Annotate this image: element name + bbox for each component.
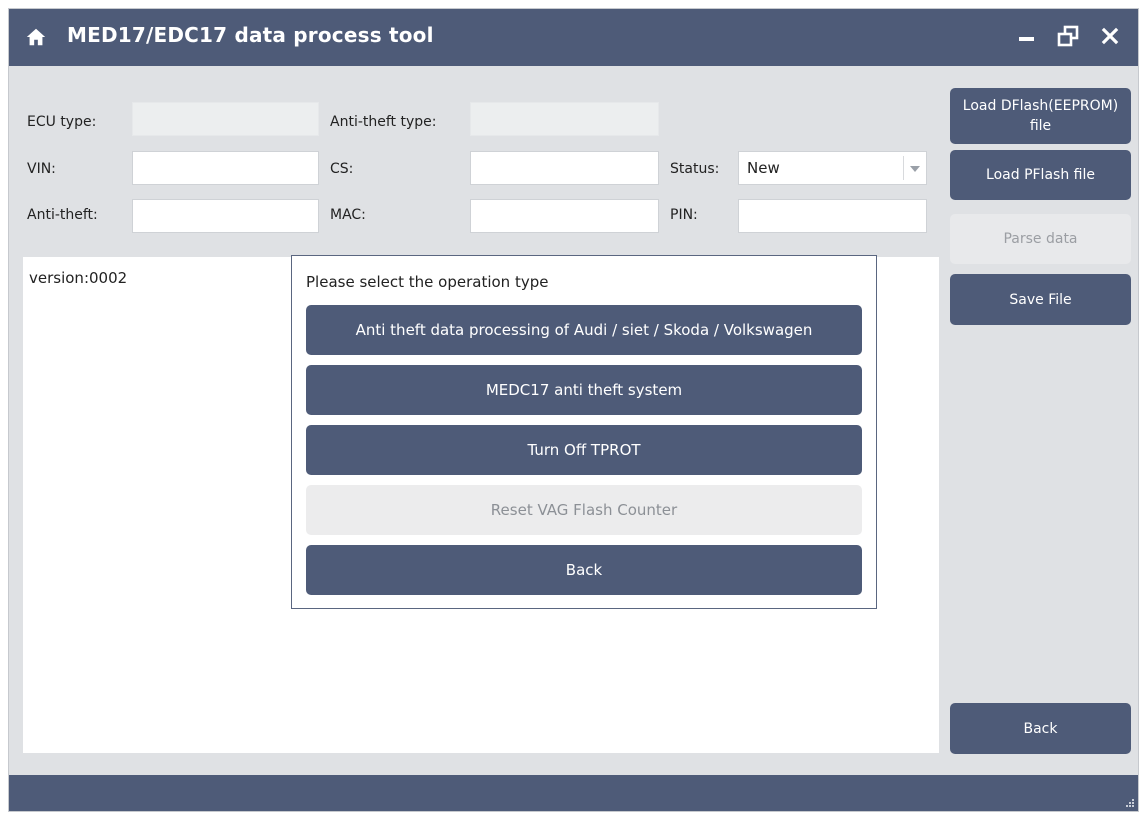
load-dflash-button[interactable]: Load DFlash(EEPROM) file [950, 88, 1131, 144]
window-title: MED17/EDC17 data process tool [67, 23, 434, 47]
title-bar: MED17/EDC17 data process tool [9, 9, 1138, 66]
anti-theft-type-field [470, 102, 659, 136]
status-bar [9, 775, 1138, 811]
option-turn-off-tprot-button[interactable]: Turn Off TPROT [306, 425, 862, 475]
vin-label: VIN: [27, 161, 56, 177]
parse-data-button: Parse data [950, 214, 1131, 264]
home-icon[interactable] [25, 26, 47, 48]
log-text: version:0002 [29, 269, 128, 287]
cs-field[interactable] [470, 151, 659, 185]
pin-field[interactable] [738, 199, 927, 233]
anti-theft-field[interactable] [132, 199, 319, 233]
mac-label: MAC: [330, 207, 366, 223]
option-reset-flash-counter-button: Reset VAG Flash Counter [306, 485, 862, 535]
option-medc17-anti-theft-button[interactable]: MEDC17 anti theft system [306, 365, 862, 415]
option-anti-theft-vag-button[interactable]: Anti theft data processing of Audi / sie… [306, 305, 862, 355]
status-select[interactable]: New [738, 151, 927, 185]
vin-field[interactable] [132, 151, 319, 185]
chevron-down-icon[interactable] [910, 166, 920, 172]
status-label: Status: [670, 161, 720, 177]
minimize-icon[interactable] [1015, 24, 1039, 48]
dialog-prompt: Please select the operation type [306, 273, 549, 291]
status-select-value: New [747, 159, 780, 177]
restore-icon[interactable] [1056, 24, 1080, 48]
operation-dialog: Please select the operation type Anti th… [291, 255, 877, 609]
anti-theft-label: Anti-theft: [27, 207, 98, 223]
cs-label: CS: [330, 161, 354, 177]
ecu-type-field [132, 102, 319, 136]
status-select-divider [903, 156, 904, 180]
app-window: MED17/EDC17 data process tool ECU type: … [8, 8, 1139, 812]
ecu-type-label: ECU type: [27, 114, 97, 130]
close-icon[interactable] [1098, 24, 1122, 48]
mac-field[interactable] [470, 199, 659, 233]
resize-grip-icon[interactable] [1125, 798, 1135, 808]
pin-label: PIN: [670, 207, 698, 223]
dialog-back-button[interactable]: Back [306, 545, 862, 595]
back-button[interactable]: Back [950, 703, 1131, 754]
anti-theft-type-label: Anti-theft type: [330, 114, 437, 130]
load-pflash-button[interactable]: Load PFlash file [950, 150, 1131, 200]
save-file-button[interactable]: Save File [950, 274, 1131, 325]
